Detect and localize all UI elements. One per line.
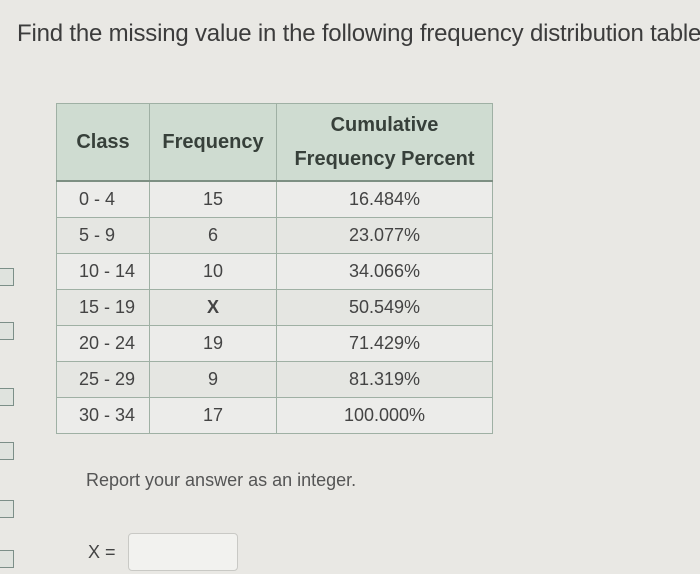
cell-frequency: 19	[149, 325, 277, 362]
edit-icon[interactable]	[0, 500, 14, 518]
answer-row: X =	[88, 532, 238, 572]
undo-icon[interactable]	[0, 550, 14, 568]
cell-frequency: 9	[149, 361, 277, 398]
answer-input[interactable]	[127, 533, 238, 571]
table-row: 0 - 4 15 16.484%	[56, 180, 493, 218]
cell-class: 30 - 34	[56, 397, 150, 434]
table-row: 20 - 24 19 71.429%	[56, 325, 493, 362]
grid-icon[interactable]	[0, 322, 14, 340]
instruction-text: Report your answer as an integer.	[86, 470, 357, 490]
table-row: 5 - 9 6 23.077%	[56, 217, 493, 254]
cell-frequency: 10	[149, 253, 277, 290]
cell-class: 10 - 14	[56, 253, 150, 290]
mail-icon[interactable]	[0, 388, 14, 406]
header-class: Class	[56, 103, 150, 182]
table-header-row: Class Frequency Cumulative Frequency Per…	[56, 103, 493, 182]
cell-cumulative: 50.549%	[276, 289, 493, 326]
sidebar-tool-icon[interactable]	[0, 268, 14, 286]
cell-cumulative: 100.000%	[276, 397, 493, 434]
cell-cumulative: 81.319%	[276, 361, 493, 398]
left-toolbar	[0, 250, 14, 574]
table-row: 25 - 29 9 81.319%	[56, 361, 493, 398]
header-cumulative-line1: Cumulative	[330, 114, 439, 136]
answer-label: X =	[88, 541, 116, 562]
cell-class: 15 - 19	[56, 289, 150, 326]
cell-cumulative: 16.484%	[276, 180, 493, 218]
cell-class: 25 - 29	[56, 361, 150, 398]
table-row: 15 - 19 X 50.549%	[56, 289, 493, 326]
frequency-table: Class Frequency Cumulative Frequency Per…	[56, 103, 493, 434]
cell-class: 0 - 4	[56, 180, 150, 218]
cell-class: 5 - 9	[56, 217, 150, 254]
cell-frequency: 15	[149, 180, 277, 218]
notes-icon[interactable]	[0, 442, 14, 460]
cell-cumulative: 71.429%	[276, 325, 493, 362]
cell-class: 20 - 24	[56, 325, 150, 362]
cell-frequency: 6	[149, 217, 277, 254]
table-row: 30 - 34 17 100.000%	[56, 397, 493, 434]
cell-cumulative: 34.066%	[276, 253, 493, 290]
table-row: 10 - 14 10 34.066%	[56, 253, 493, 290]
header-cumulative: Cumulative Frequency Percent	[276, 103, 493, 182]
cell-frequency: 17	[149, 397, 277, 434]
cell-frequency-missing: X	[149, 289, 277, 326]
header-cumulative-line2: Frequency Percent	[294, 148, 475, 170]
question-text: Find the missing value in the following …	[17, 20, 700, 47]
cell-cumulative: 23.077%	[276, 217, 493, 254]
header-frequency: Frequency	[149, 103, 277, 182]
